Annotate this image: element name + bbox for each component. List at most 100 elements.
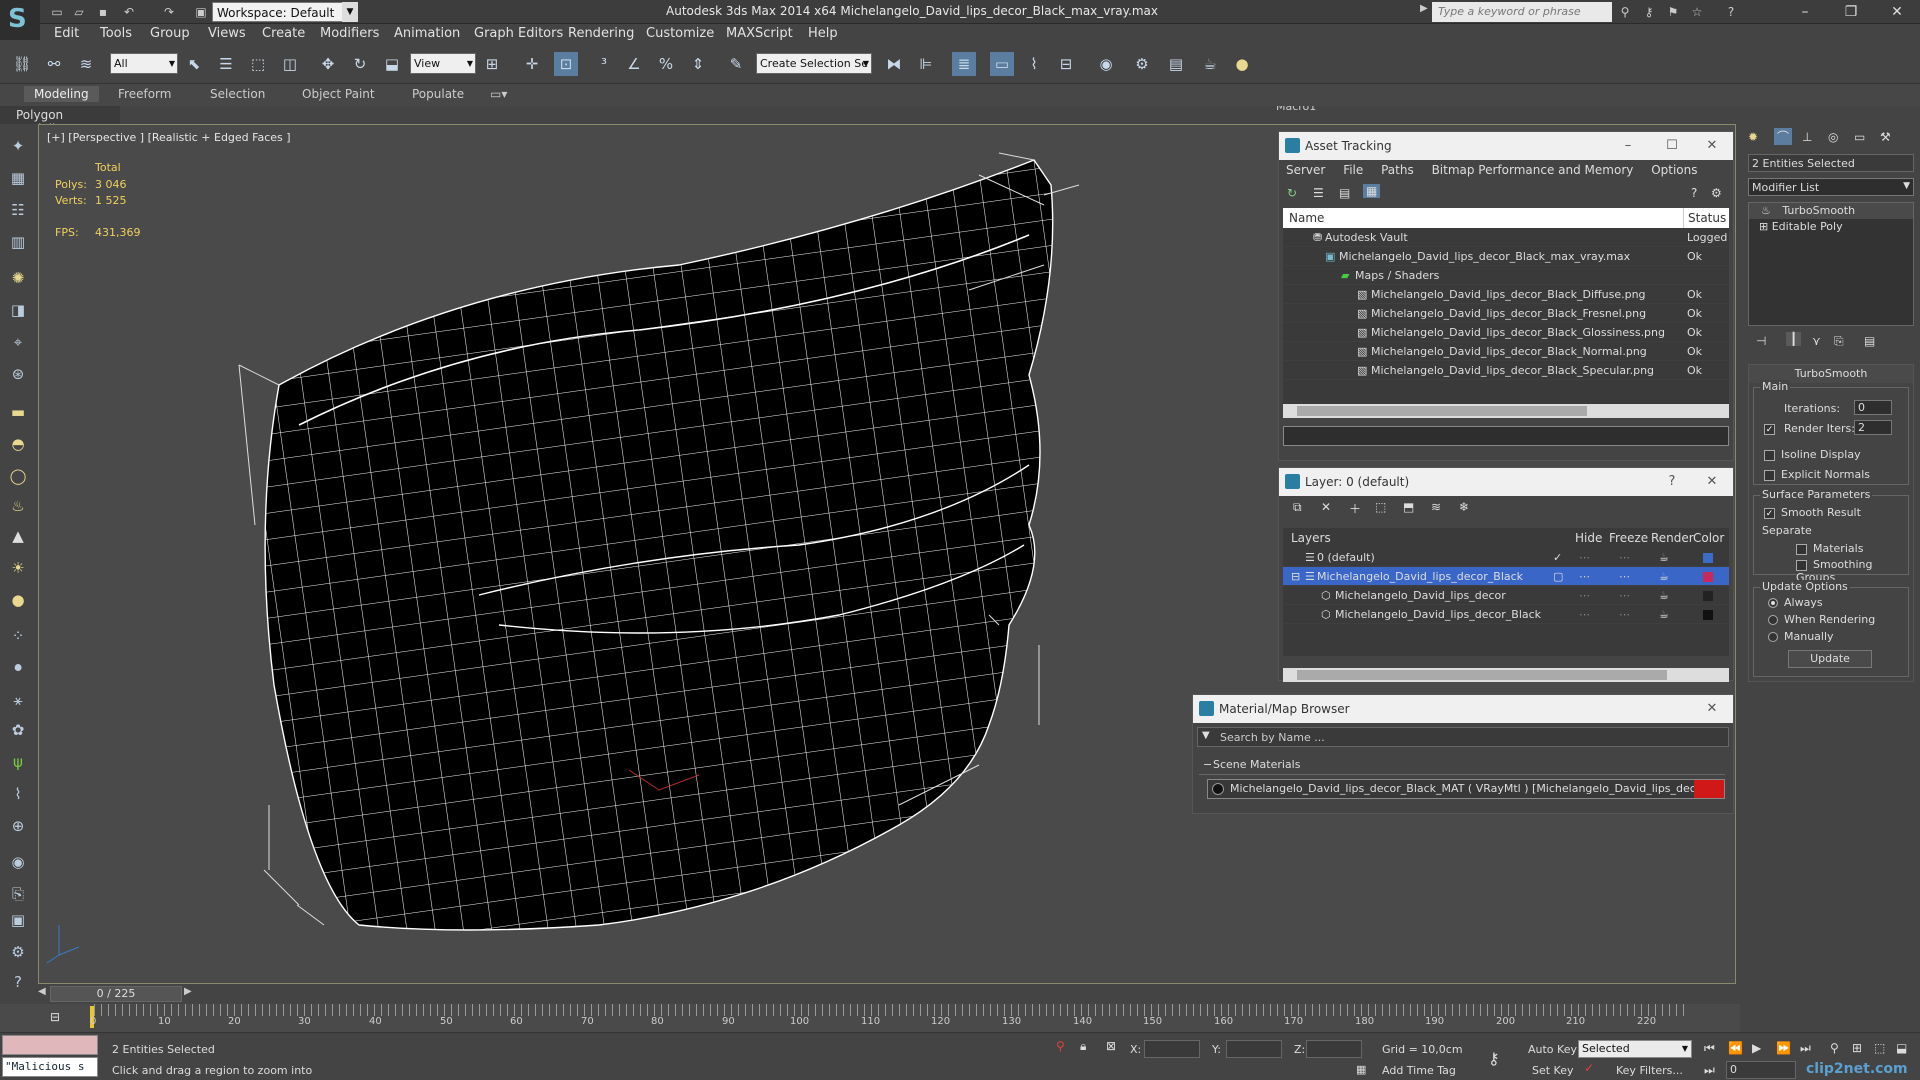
- menu-file[interactable]: File: [1343, 163, 1363, 177]
- maxscript-listener-bottom[interactable]: "Malicious s: [2, 1057, 98, 1077]
- menu-modifiers[interactable]: Modifiers: [320, 26, 379, 41]
- undo-icon[interactable]: ↶: [120, 3, 138, 21]
- hide-toggle[interactable]: ⋯: [1579, 548, 1590, 567]
- sphere-material-icon[interactable]: ◉: [6, 850, 30, 874]
- time-slider[interactable]: 0 / 225: [50, 986, 182, 1002]
- key-mode-dropdown[interactable]: Selected ▼: [1578, 1040, 1692, 1058]
- current-frame-field[interactable]: 0: [1726, 1061, 1796, 1079]
- freeze-toggle[interactable]: ⋯: [1619, 586, 1630, 605]
- next-key-icon[interactable]: ⏩: [1776, 1041, 1791, 1055]
- motion-tab-icon[interactable]: ◎: [1828, 130, 1838, 144]
- new-file-icon[interactable]: ▭: [48, 3, 66, 21]
- make-unique-icon[interactable]: ⋎: [1812, 334, 1821, 348]
- menu-tools[interactable]: Tools: [100, 26, 132, 41]
- maximize-icon[interactable]: ☐: [1657, 132, 1687, 160]
- add-to-layer-icon[interactable]: ＋: [1349, 500, 1361, 517]
- table-row[interactable]: ▰ Maps / Shaders: [1283, 266, 1729, 285]
- render-toggle-icon[interactable]: ☕: [1659, 567, 1669, 586]
- table-row[interactable]: ▣ Michelangelo_David_lips_decor_Black_max…: [1283, 247, 1729, 266]
- stack-item-turbosmooth[interactable]: ♨ TurboSmooth: [1749, 203, 1913, 219]
- hide-toggle[interactable]: ⋯: [1579, 586, 1590, 605]
- select-manipulate-icon[interactable]: ✛: [520, 52, 544, 76]
- close-icon[interactable]: ✕: [1697, 695, 1727, 723]
- zoom-icon[interactable]: ⚲: [1830, 1041, 1839, 1055]
- maximize-viewport-icon[interactable]: ⬓: [1896, 1041, 1907, 1055]
- table-row[interactable]: ▧ Michelangelo_David_lips_decor_Black_Fre…: [1283, 304, 1729, 323]
- teapot-icon[interactable]: ♨: [6, 494, 30, 518]
- modifier-list-dropdown[interactable]: Modifier List ▼: [1748, 178, 1914, 196]
- selection-filter-dropdown[interactable]: All ▼: [110, 53, 178, 74]
- light-icon[interactable]: ✺: [6, 266, 30, 290]
- helper-icon[interactable]: ⌖: [6, 330, 30, 354]
- torus-icon[interactable]: ◯: [6, 464, 30, 488]
- filter-icon[interactable]: ▼: [1202, 730, 1210, 741]
- render-toggle-icon[interactable]: ☕: [1659, 548, 1669, 567]
- scale-icon[interactable]: ⬓: [380, 52, 404, 76]
- layer-manager-titlebar[interactable]: Layer: 0 (default) ? ✕: [1279, 468, 1733, 496]
- unlink-icon[interactable]: ⚯: [42, 52, 66, 76]
- pin-stack-icon[interactable]: ⊣: [1756, 334, 1766, 348]
- zoom-all-icon[interactable]: ⊞: [1852, 1041, 1862, 1055]
- minimize-icon[interactable]: –: [1782, 1, 1828, 23]
- create-icon[interactable]: ✦: [6, 134, 30, 158]
- refresh-icon[interactable]: ↻: [1287, 186, 1297, 200]
- asset-tracking-titlebar[interactable]: Asset Tracking – ☐ ✕: [1279, 132, 1733, 160]
- sun-icon[interactable]: ☀: [6, 556, 30, 580]
- render-iters-checkbox[interactable]: ✓: [1764, 422, 1781, 436]
- particles-icon[interactable]: ⁘: [6, 624, 30, 648]
- table-row[interactable]: ▧ Michelangelo_David_lips_decor_Black_Glo…: [1283, 323, 1729, 342]
- hair-icon[interactable]: ψ: [6, 750, 30, 774]
- menu-bitmap-performance[interactable]: Bitmap Performance and Memory: [1432, 163, 1634, 177]
- tab-populate[interactable]: Populate: [412, 87, 464, 101]
- isolate-icon[interactable]: ⚲: [1056, 1039, 1065, 1053]
- menu-customize[interactable]: Customize: [646, 26, 714, 41]
- hierarchy-icon[interactable]: ☷: [6, 198, 30, 222]
- menu-graph-editors[interactable]: Graph Editors: [474, 26, 563, 41]
- cone-icon[interactable]: ▲: [6, 524, 30, 548]
- minimize-icon[interactable]: –: [1613, 132, 1643, 160]
- create-tab-icon[interactable]: ✹: [1748, 130, 1758, 144]
- ribbon-toggle-icon[interactable]: ▭: [990, 52, 1014, 76]
- z-coordinate-field[interactable]: [1306, 1040, 1362, 1058]
- object-name-field[interactable]: 2 Entities Selected: [1748, 154, 1914, 172]
- bind-spacewarp-icon[interactable]: ≋: [74, 52, 98, 76]
- materials-checkbox[interactable]: Materials: [1796, 542, 1863, 555]
- scroll-thumb[interactable]: [1297, 406, 1587, 416]
- col-layers[interactable]: Layers: [1291, 528, 1331, 548]
- named-selection-dropdown[interactable]: Create Selection Se ▼: [756, 53, 872, 74]
- spinner-snap-icon[interactable]: ⇕: [686, 52, 710, 76]
- remove-modifier-icon[interactable]: ⎘: [1834, 334, 1844, 349]
- camera-icon[interactable]: ◨: [6, 298, 30, 322]
- app-logo-icon[interactable]: S: [0, 0, 40, 40]
- modify-icon[interactable]: ▦: [6, 166, 30, 190]
- key-icon[interactable]: ⚷: [1640, 3, 1658, 21]
- scroll-thumb[interactable]: [1297, 670, 1667, 680]
- ref-coord-dropdown[interactable]: View ▼: [410, 53, 476, 74]
- menu-create[interactable]: Create: [262, 26, 305, 41]
- mirror-icon[interactable]: ⧓: [882, 52, 906, 76]
- active-check-icon[interactable]: ✓: [1553, 548, 1562, 567]
- table-view-icon[interactable]: ▦: [1363, 184, 1381, 198]
- tab-selection[interactable]: Selection: [210, 87, 265, 101]
- goto-start-icon[interactable]: ⏮: [1704, 1041, 1715, 1056]
- restore-icon[interactable]: ❐: [1828, 1, 1874, 23]
- display-tab-icon[interactable]: ▭: [1854, 130, 1865, 144]
- cloth-icon[interactable]: ✿: [6, 718, 30, 742]
- menu-server[interactable]: Server: [1286, 163, 1325, 177]
- menu-views[interactable]: Views: [208, 26, 246, 41]
- mini-curve-editor-icon[interactable]: ⊟: [50, 1010, 60, 1024]
- lock-icon[interactable]: 🔒︎: [1080, 1039, 1086, 1054]
- save-icon[interactable]: ▪: [94, 3, 112, 21]
- workspace-dropdown[interactable]: Workspace: Default: [212, 2, 358, 22]
- snap-3d-icon[interactable]: ³: [592, 52, 616, 76]
- iterations-spinner[interactable]: 0: [1854, 400, 1892, 415]
- schematic-view-icon[interactable]: ⊟: [1054, 52, 1078, 76]
- modify-tab-icon[interactable]: ⌒: [1774, 128, 1793, 145]
- box-icon[interactable]: ▬: [6, 400, 30, 424]
- layer-color-swatch[interactable]: [1703, 553, 1713, 563]
- keyboard-shortcut-override-icon[interactable]: ⊡: [554, 52, 578, 76]
- menu-rendering[interactable]: Rendering: [568, 26, 634, 41]
- help-circle-icon[interactable]: ?: [6, 970, 30, 994]
- horizontal-scrollbar[interactable]: [1283, 668, 1729, 682]
- radio-always[interactable]: Always: [1768, 596, 1823, 609]
